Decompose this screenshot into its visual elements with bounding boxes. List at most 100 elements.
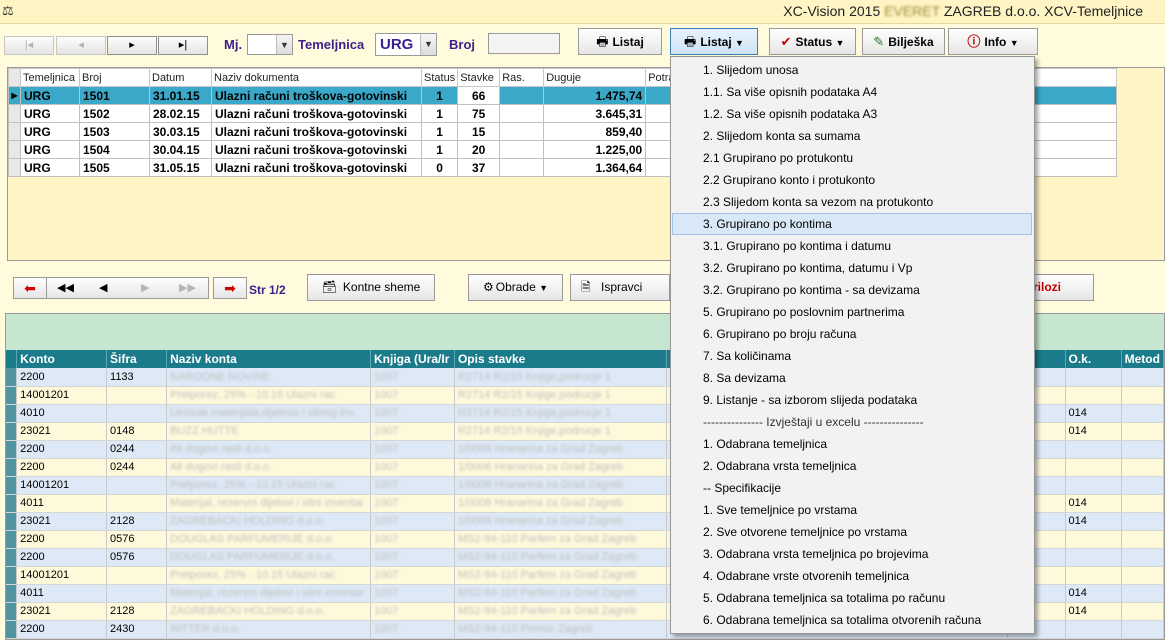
first-record-button[interactable]: |◂ <box>4 36 54 55</box>
cell-opis-stavke: MS2-94-110 Parfem za Grad Zagreb <box>454 602 668 621</box>
menu-item[interactable]: 1. Sve temeljnice po vrstama <box>671 499 1034 521</box>
menu-item[interactable]: 1.2. Sa više opisnih podataka A3 <box>671 103 1034 125</box>
menu-item[interactable]: 2. Sve otvorene temeljnice po vrstama <box>671 521 1034 543</box>
cell-konto: 4010 <box>16 404 108 423</box>
cell-knjiga: 1007 <box>370 404 455 423</box>
cell-ras <box>499 86 545 105</box>
kontne-sheme-button[interactable]: 🗃 Kontne sheme <box>307 274 435 301</box>
col-header-metod[interactable]: Metod <box>1121 350 1164 368</box>
cell-stavke: 20 <box>457 140 501 159</box>
last-page-icon[interactable]: ▶▶ <box>179 278 196 298</box>
broj-input[interactable] <box>488 33 560 54</box>
menu-item[interactable]: 2. Odabrana vrsta temeljnica <box>671 455 1034 477</box>
col-header-datum[interactable]: Datum <box>149 68 212 87</box>
cell-naziv: Ulazni računi troškova-gotovinski <box>211 158 422 177</box>
row-indicator <box>6 584 18 603</box>
mj-select[interactable]: ▼ <box>247 34 293 55</box>
info-icon: ⓘ <box>967 34 981 49</box>
col-header-opis-stavke[interactable]: Opis stavke <box>454 350 668 368</box>
menu-item[interactable]: 2.3 Slijedom konta sa vezom na protukont… <box>671 191 1034 213</box>
cell-stavke[interactable]: 66 <box>457 86 501 105</box>
cell-opis-stavke: MS2-94-110 Parfem za Grad Zagreb <box>454 530 668 549</box>
col-header-stavke[interactable]: Stavke <box>457 68 501 87</box>
menu-item[interactable]: 1. Slijedom unosa <box>671 59 1034 81</box>
col-header-temeljnica[interactable]: Temeljnica <box>20 68 80 87</box>
col-header-ok[interactable]: O.k. <box>1065 350 1122 368</box>
menu-item[interactable]: 2.1 Grupirano po protukontu <box>671 147 1034 169</box>
cell-naziv-konta: NARODNE NOVINE <box>166 368 372 387</box>
row-indicator <box>6 566 18 585</box>
menu-item[interactable]: 2.2 Grupirano konto i protukonto <box>671 169 1034 191</box>
cell-metod <box>1121 620 1164 639</box>
redacted-text: NARODNE NOVINE <box>170 370 271 383</box>
cell-opis-stavke: 1/0006 Hranarina za Grad Zagreb <box>454 458 668 477</box>
menu-item[interactable]: 7. Sa količinama <box>671 345 1034 367</box>
menu-item[interactable]: 3. Grupirano po kontima <box>672 213 1032 235</box>
obrade-menu-button[interactable]: ⚙ Obrade ▼ <box>468 274 563 301</box>
info-menu-button[interactable]: ⓘ Info ▼ <box>948 28 1038 55</box>
col-header-naziv-konta[interactable]: Naziv konta <box>166 350 372 368</box>
redacted-text: 1/0006 Hranarina za Grad Zagreb <box>457 479 624 491</box>
cell-konto: 4011 <box>16 584 108 603</box>
cell-sifra <box>106 494 168 513</box>
menu-item[interactable]: 6. Odabrana temeljnica sa totalima otvor… <box>671 609 1034 631</box>
col-header-ras[interactable]: Ras. <box>499 68 545 87</box>
next-page-icon[interactable]: ▶ <box>141 278 149 298</box>
printer-icon: 🖶 <box>596 34 609 49</box>
redacted-text: 1007 <box>374 569 399 581</box>
col-header-status[interactable]: Status <box>420 68 459 87</box>
col-header-konto[interactable]: Konto <box>16 350 108 368</box>
ispravci-button[interactable]: 🗎 Ispravci <box>570 274 670 301</box>
page-indicator: Str 1/2 <box>249 283 286 297</box>
cell-sifra: 2128 <box>106 512 168 531</box>
menu-item[interactable]: 8. Sa devizama <box>671 367 1034 389</box>
menu-item[interactable]: 9. Listanje - sa izborom slijeda podatak… <box>671 389 1034 411</box>
col-header-duguje[interactable]: Duguje <box>543 68 647 87</box>
cell-konto: 23021 <box>16 422 108 441</box>
listaj-button[interactable]: 🖶 Listaj <box>578 28 662 55</box>
col-header-knjiga[interactable]: Knjiga (Ura/Ir <box>370 350 455 368</box>
temeljnica-select[interactable]: URG ▼ <box>375 33 437 56</box>
listaj-menu-button[interactable]: 🖶 Listaj ▼ <box>670 28 758 55</box>
last-record-button[interactable]: ▸| <box>158 36 208 55</box>
menu-item[interactable]: 1.1. Sa više opisnih podataka A4 <box>671 81 1034 103</box>
row-indicator-header <box>8 68 21 87</box>
first-page-icon[interactable]: ◀◀ <box>57 278 74 298</box>
status-menu-button[interactable]: ✔ Status ▼ <box>769 28 856 55</box>
menu-item[interactable]: 2. Slijedom konta sa sumama <box>671 125 1034 147</box>
cell-opis-stavke: R2714 R2/15 Knjige,podrucje 1 <box>454 404 668 423</box>
cell-ok: 014 <box>1065 584 1122 603</box>
cell-metod <box>1121 494 1164 513</box>
cell-naziv: Ulazni računi troškova-gotovinski <box>211 86 422 105</box>
col-header-naziv[interactable]: Naziv dokumenta <box>211 68 422 87</box>
cell-ok <box>1065 386 1122 405</box>
menu-item[interactable]: 3. Odabrana vrsta temeljnica po brojevim… <box>671 543 1034 565</box>
menu-item[interactable]: 1. Odabrana temeljnica <box>671 433 1034 455</box>
menu-item[interactable]: 5. Grupirano po poslovnim partnerima <box>671 301 1034 323</box>
arrow-left-icon[interactable]: ⬅ <box>13 277 47 299</box>
menu-item[interactable]: 4. Odabrane vrste otvorenih temeljnica <box>671 565 1034 587</box>
biljeska-button[interactable]: ✎ Bilješka <box>862 28 945 55</box>
cell-metod <box>1121 566 1164 585</box>
redacted-text: 1007 <box>374 551 399 563</box>
redacted-text: 1007 <box>374 370 399 383</box>
col-header-broj[interactable]: Broj <box>79 68 150 87</box>
dropdown-arrow-icon: ▼ <box>1009 38 1019 48</box>
next-record-button[interactable]: ▸ <box>107 36 157 55</box>
menu-item[interactable]: -- Specifikacije <box>671 477 1034 499</box>
menu-item[interactable]: 5. Odabrana temeljnica sa totalima po ra… <box>671 587 1034 609</box>
menu-item[interactable]: 6. Grupirano po broju računa <box>671 323 1034 345</box>
menu-item[interactable]: 3.2. Grupirano po kontima - sa devizama <box>671 279 1034 301</box>
cell-knjiga: 1007 <box>370 584 455 603</box>
cell-metod <box>1121 548 1164 567</box>
cell-duguje: 1.475,74 <box>543 86 647 105</box>
col-header-sifra[interactable]: Šifra <box>106 350 168 368</box>
previous-record-button[interactable]: ◂ <box>56 36 106 55</box>
cell-sifra: 2430 <box>106 620 168 639</box>
menu-item[interactable]: 3.2. Grupirano po kontima, datumu i Vp <box>671 257 1034 279</box>
redacted-text: R2714 R2/15 Knjige,podrucje 1 <box>457 370 611 383</box>
cell-konto: 2200 <box>16 458 108 477</box>
previous-page-icon[interactable]: ◀ <box>99 278 107 298</box>
menu-item[interactable]: 3.1. Grupirano po kontima i datumu <box>671 235 1034 257</box>
arrow-right-icon[interactable]: ➡ <box>213 277 247 299</box>
